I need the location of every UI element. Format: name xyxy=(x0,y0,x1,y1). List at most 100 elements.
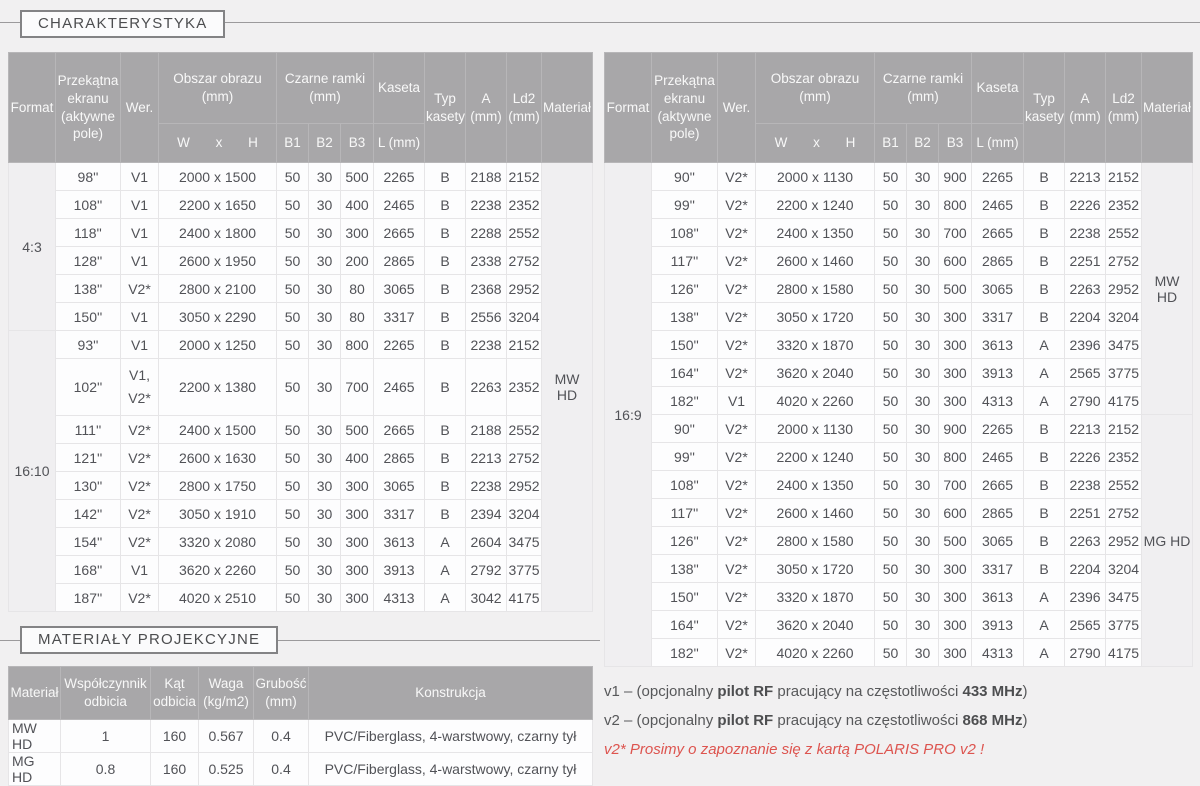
table-cell: 2800 x 1580 xyxy=(756,527,875,555)
table-cell: 400 xyxy=(341,191,374,219)
table-cell: V1 xyxy=(718,387,756,415)
table-cell: 142'' xyxy=(56,500,121,528)
col-header-grubosc: Grubość (mm) xyxy=(254,667,309,720)
table-row: 164''V2*3620 x 204050303003913A25653775 xyxy=(605,359,1193,387)
table-cell: 50 xyxy=(875,219,907,247)
table-cell: 3320 x 1870 xyxy=(756,583,875,611)
table-cell: 2465 xyxy=(972,191,1024,219)
table-cell: 2188 xyxy=(466,416,507,444)
table-cell: V1, V2* xyxy=(121,359,159,416)
table-cell: 2263 xyxy=(466,359,507,416)
table-cell: 50 xyxy=(875,247,907,275)
table-cell: MW HD xyxy=(542,163,593,612)
table-cell: A xyxy=(1024,639,1065,667)
table-cell: 2352 xyxy=(507,191,542,219)
table-cell: V1 xyxy=(121,191,159,219)
table-cell: V1 xyxy=(121,556,159,584)
col-header-obszar: Obszar obrazu (mm) xyxy=(756,53,875,124)
table-cell: 3065 xyxy=(374,472,425,500)
table-cell: 2213 xyxy=(1065,415,1106,443)
col-header-kaseta: Kaseta xyxy=(972,53,1024,124)
table-cell: V1 xyxy=(121,219,159,247)
table-cell: 16:10 xyxy=(9,331,56,612)
table-row: 117''V2*2600 x 146050306002865B22512752 xyxy=(605,499,1193,527)
table-cell: 50 xyxy=(277,584,309,612)
table-cell: 300 xyxy=(939,639,972,667)
table-cell: 99'' xyxy=(652,443,718,471)
table-cell: 2800 x 1580 xyxy=(756,275,875,303)
table-cell: 130'' xyxy=(56,472,121,500)
table-row: 90''V2*2000 x 113050309002265B22132152MG… xyxy=(605,415,1193,443)
table-cell: B xyxy=(425,331,466,359)
table-cell: 160 xyxy=(151,720,199,753)
table-row: 118''V12400 x 180050303002665B22882552 xyxy=(9,219,593,247)
table-cell: V2* xyxy=(718,359,756,387)
table-cell: 600 xyxy=(939,499,972,527)
table-cell: V2* xyxy=(121,275,159,303)
table-cell: B xyxy=(1024,499,1065,527)
table-cell: 2352 xyxy=(1106,443,1142,471)
table-cell: 3204 xyxy=(1106,303,1142,331)
table-cell: V2* xyxy=(718,191,756,219)
table-cell: 700 xyxy=(939,219,972,247)
table-cell: 3065 xyxy=(972,275,1024,303)
table-cell: 2752 xyxy=(1106,499,1142,527)
table-cell: 50 xyxy=(277,556,309,584)
content-columns: Format Przekątna ekranu (aktywne pole) W… xyxy=(0,44,1200,786)
table-cell: 4020 x 2510 xyxy=(159,584,277,612)
table-cell: 0.567 xyxy=(199,720,254,753)
table-cell: V1 xyxy=(121,247,159,275)
table-cell: 50 xyxy=(277,500,309,528)
table-cell: 500 xyxy=(939,527,972,555)
table-cell: 3775 xyxy=(1106,611,1142,639)
table-row: 142''V2*3050 x 191050303003317B23943204 xyxy=(9,500,593,528)
table-cell: 3775 xyxy=(1106,359,1142,387)
table-cell: 118'' xyxy=(56,219,121,247)
table-cell: 2226 xyxy=(1065,191,1106,219)
left-column: Format Przekątna ekranu (aktywne pole) W… xyxy=(0,44,600,786)
table-cell: 3042 xyxy=(466,584,507,612)
table-cell: 2865 xyxy=(972,247,1024,275)
table-cell: 50 xyxy=(875,471,907,499)
table-cell: 2665 xyxy=(972,219,1024,247)
table-cell: 16:9 xyxy=(605,163,652,667)
table-cell: 182'' xyxy=(652,639,718,667)
table-cell: 2865 xyxy=(374,247,425,275)
table-cell: 30 xyxy=(907,163,939,191)
table-row: 108''V12200 x 165050304002465B22382352 xyxy=(9,191,593,219)
table-cell: V1 xyxy=(121,303,159,331)
table-cell: 50 xyxy=(277,528,309,556)
table-cell: B xyxy=(425,444,466,472)
table-cell: 2665 xyxy=(972,471,1024,499)
subheader-wxh: W x H xyxy=(159,124,277,163)
table-cell: 3913 xyxy=(972,611,1024,639)
table-cell: 2600 x 1460 xyxy=(756,499,875,527)
table-cell: 30 xyxy=(309,556,341,584)
col-header-diagonal: Przekątna ekranu (aktywne pole) xyxy=(652,53,718,163)
table-cell: 50 xyxy=(875,359,907,387)
subheader-b2: B2 xyxy=(907,124,939,163)
table-cell: 50 xyxy=(277,191,309,219)
col-header-a: A (mm) xyxy=(466,53,507,163)
table-row: MW HD11600.5670.4PVC/Fiberglass, 4-warst… xyxy=(9,720,593,753)
table-cell: 2800 x 1750 xyxy=(159,472,277,500)
table-cell: 3050 x 1720 xyxy=(756,303,875,331)
subheader-l-mm: L (mm) xyxy=(972,124,1024,163)
table-cell: 3913 xyxy=(374,556,425,584)
subheader-b2: B2 xyxy=(309,124,341,163)
table-cell: 300 xyxy=(939,331,972,359)
table-cell: 50 xyxy=(875,303,907,331)
table-cell: 30 xyxy=(309,275,341,303)
table-cell: 300 xyxy=(939,611,972,639)
table-cell: B xyxy=(1024,303,1065,331)
table-cell: 2952 xyxy=(507,472,542,500)
table-cell: 4313 xyxy=(972,387,1024,415)
table-cell: 2188 xyxy=(466,163,507,191)
table-cell: 2288 xyxy=(466,219,507,247)
table-cell: 50 xyxy=(875,527,907,555)
table-cell: 150'' xyxy=(652,331,718,359)
table-cell: 3475 xyxy=(1106,583,1142,611)
table-cell: 300 xyxy=(341,584,374,612)
table-cell: 138'' xyxy=(652,555,718,583)
table-cell: 2263 xyxy=(1065,275,1106,303)
